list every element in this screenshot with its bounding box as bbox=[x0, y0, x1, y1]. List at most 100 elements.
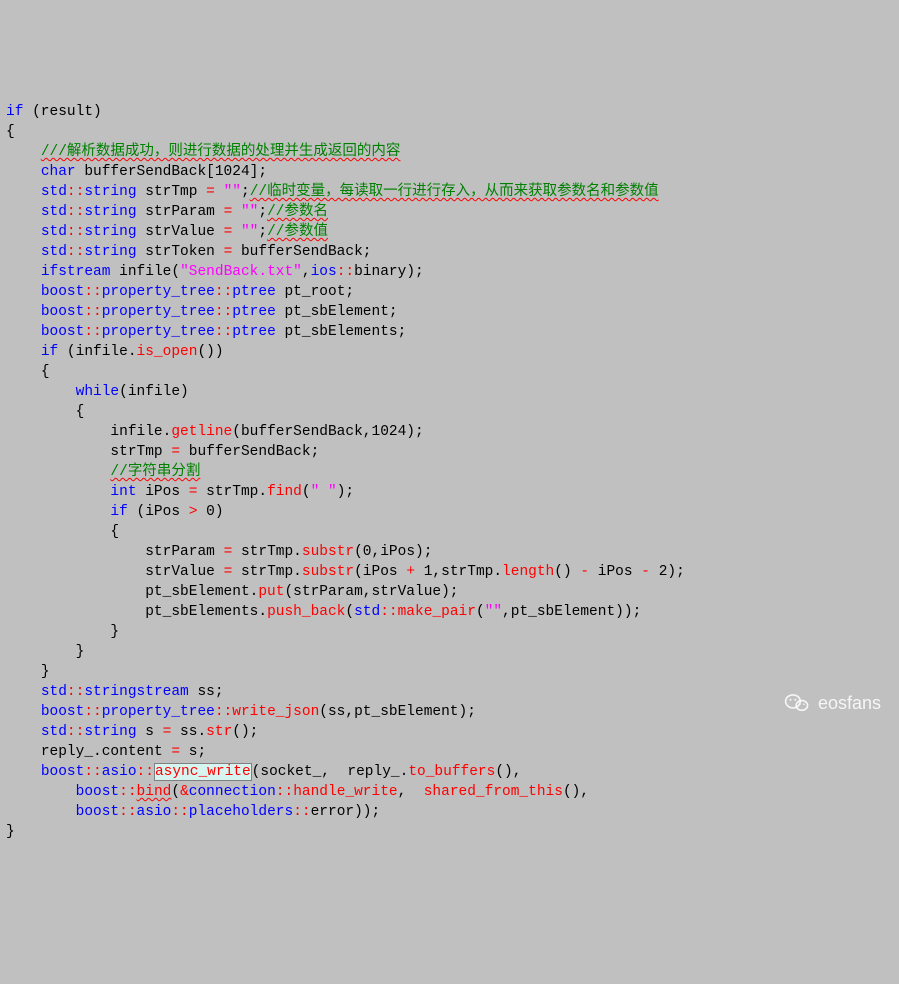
indent bbox=[6, 344, 41, 360]
type-string: string bbox=[84, 724, 136, 740]
fn-substr: substr bbox=[302, 544, 354, 560]
indent bbox=[6, 464, 110, 480]
indent bbox=[6, 304, 41, 320]
scope-op: :: bbox=[137, 764, 154, 780]
var: s bbox=[137, 724, 163, 740]
indent bbox=[6, 804, 76, 820]
scope-op: :: bbox=[337, 264, 354, 280]
text: strParam bbox=[145, 544, 223, 560]
fn-is-open: is_open bbox=[137, 344, 198, 360]
fn-to-buffers: to_buffers bbox=[408, 764, 495, 780]
op-minus: - bbox=[641, 564, 650, 580]
scope-op: :: bbox=[67, 204, 84, 220]
text: (result) bbox=[23, 104, 101, 120]
indent bbox=[6, 604, 145, 620]
fn-push-back: push_back bbox=[267, 604, 345, 620]
text: reply_. bbox=[41, 744, 102, 760]
var: iPos bbox=[137, 484, 189, 500]
indent bbox=[6, 144, 41, 160]
type-connection: connection bbox=[189, 784, 276, 800]
op-eq: = bbox=[224, 544, 233, 560]
op-eq: = bbox=[171, 444, 180, 460]
comment: ///解析数据成功，则进行数据的处理并生成返回的内容 bbox=[41, 144, 401, 160]
string-literal: "" bbox=[232, 224, 258, 240]
text: iPos bbox=[589, 564, 641, 580]
brace: { bbox=[76, 404, 85, 420]
op-minus: - bbox=[580, 564, 589, 580]
text: (infile. bbox=[58, 344, 136, 360]
ns-boost: boost bbox=[76, 804, 120, 820]
space bbox=[163, 744, 172, 760]
ns-boost: boost bbox=[41, 284, 85, 300]
text: ); bbox=[337, 484, 354, 500]
op-eq: = bbox=[206, 184, 215, 200]
var: pt_sbElements; bbox=[276, 324, 407, 340]
indent bbox=[6, 204, 41, 220]
type-string: string bbox=[84, 184, 136, 200]
type-ifstream: ifstream bbox=[41, 264, 111, 280]
op-eq: = bbox=[224, 244, 233, 260]
fn-substr: substr bbox=[302, 564, 354, 580]
indent bbox=[6, 504, 110, 520]
paren: ( bbox=[171, 784, 180, 800]
ns-boost: boost bbox=[41, 764, 85, 780]
var: pt_sbElement; bbox=[276, 304, 398, 320]
text: ss. bbox=[171, 724, 206, 740]
keyword-if: if bbox=[41, 344, 58, 360]
text: (iPos bbox=[354, 564, 406, 580]
ns-property-tree: property_tree bbox=[102, 284, 215, 300]
op-eq: = bbox=[224, 204, 233, 220]
ns-property-tree: property_tree bbox=[102, 304, 215, 320]
ns-boost: boost bbox=[41, 304, 85, 320]
text: ,pt_sbElement)); bbox=[502, 604, 641, 620]
ns-boost: boost bbox=[76, 784, 120, 800]
ns-asio: asio bbox=[137, 804, 172, 820]
ns-std: std bbox=[41, 684, 67, 700]
indent bbox=[6, 424, 110, 440]
ns-placeholders: placeholders bbox=[189, 804, 293, 820]
code-editor-viewport[interactable]: if (result) { ///解析数据成功，则进行数据的处理并生成返回的内容… bbox=[0, 80, 899, 844]
comma: , bbox=[302, 264, 311, 280]
ns-std: std bbox=[354, 604, 380, 620]
fn-getline: getline bbox=[171, 424, 232, 440]
var: strParam bbox=[137, 204, 224, 220]
scope-op: :: bbox=[215, 284, 232, 300]
ns-std: std bbox=[41, 184, 67, 200]
scope-op: :: bbox=[84, 284, 101, 300]
brace: } bbox=[76, 644, 85, 660]
indent bbox=[6, 184, 41, 200]
text: () bbox=[554, 564, 580, 580]
semicolon: ; bbox=[258, 204, 267, 220]
fn-str: str bbox=[206, 724, 232, 740]
scope-op: :: bbox=[67, 224, 84, 240]
type-string: string bbox=[84, 244, 136, 260]
text: strTmp. bbox=[232, 544, 302, 560]
string-literal: " " bbox=[311, 484, 337, 500]
text: 2); bbox=[650, 564, 685, 580]
semicolon: ; bbox=[258, 224, 267, 240]
fn-write-json: write_json bbox=[232, 704, 319, 720]
text: (), bbox=[495, 764, 521, 780]
indent bbox=[6, 624, 110, 640]
scope-op: :: bbox=[119, 784, 136, 800]
scope-op: :: bbox=[84, 704, 101, 720]
scope-op: :: bbox=[293, 804, 310, 820]
fn-length: length bbox=[502, 564, 554, 580]
watermark-text: eosfans bbox=[818, 693, 881, 713]
keyword-int: int bbox=[110, 484, 136, 500]
comma: , bbox=[398, 784, 424, 800]
indent bbox=[6, 664, 41, 680]
indent bbox=[6, 644, 76, 660]
text: )); bbox=[354, 804, 380, 820]
brace: } bbox=[6, 824, 15, 840]
text: strTmp. bbox=[232, 564, 302, 580]
text: (ss,pt_sbElement); bbox=[319, 704, 476, 720]
ns-std: std bbox=[41, 244, 67, 260]
text: (strParam,strValue); bbox=[284, 584, 458, 600]
indent bbox=[6, 764, 41, 780]
text: binary bbox=[354, 264, 406, 280]
indent bbox=[6, 584, 145, 600]
brace: { bbox=[6, 124, 15, 140]
indent bbox=[6, 744, 41, 760]
scope-op: :: bbox=[67, 684, 84, 700]
